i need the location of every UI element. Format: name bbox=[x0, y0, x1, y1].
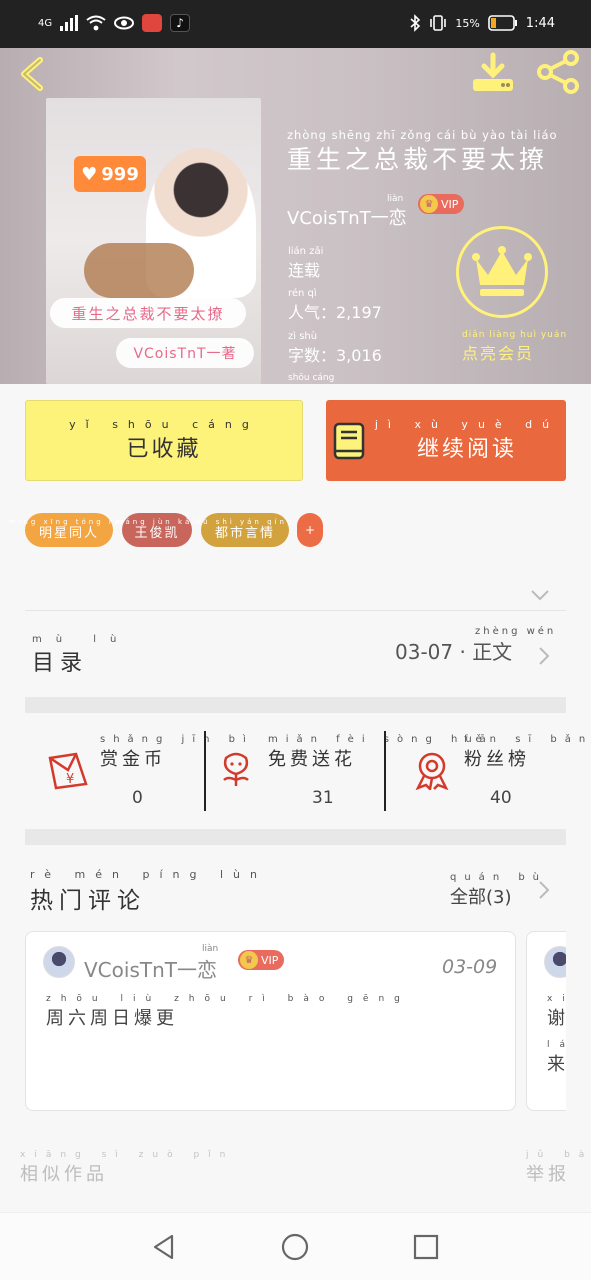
cover-author: VCoisTnT一著 bbox=[116, 338, 254, 368]
tiktok-icon: ♪ bbox=[170, 14, 191, 32]
hot-comments-title: rè mén píng lùn 热门评论 bbox=[30, 868, 267, 914]
chevron-down-icon[interactable] bbox=[530, 588, 550, 602]
similar-works-link[interactable]: xiāng sì zuò pǐn 相似作品 bbox=[20, 1150, 234, 1186]
vip-badge: ♛ VIP bbox=[418, 194, 465, 214]
medal-icon bbox=[415, 752, 449, 790]
chevron-right-icon[interactable] bbox=[538, 880, 550, 900]
crown-icon: ♛ bbox=[420, 195, 438, 213]
vip-badge: ♛ VIP bbox=[238, 950, 285, 970]
toc-latest-chapter[interactable]: zhèng wén 03-07 · 正文 bbox=[395, 626, 553, 665]
avatar[interactable] bbox=[43, 946, 75, 978]
divider bbox=[25, 610, 566, 611]
author-pinyin: liàn bbox=[387, 194, 404, 204]
nav-back-icon[interactable] bbox=[150, 1233, 178, 1261]
app-notification-icon bbox=[142, 14, 163, 32]
tag-item[interactable]: míng xīng tóng rén 明星同人 bbox=[9, 513, 126, 547]
wifi-icon bbox=[86, 15, 106, 31]
tag-item[interactable]: wáng jùn kǎi 王俊凯 bbox=[117, 513, 194, 547]
svg-text:¥: ¥ bbox=[66, 772, 74, 787]
continue-reading-button[interactable]: jì xù yuè dú 继续阅读 bbox=[326, 400, 566, 481]
status-bar: 4G ♪ 15% 1:44 bbox=[0, 0, 591, 48]
comment-author[interactable]: liàn VCoisTnT一恋 bbox=[84, 944, 218, 983]
member-crown-button[interactable] bbox=[456, 226, 548, 318]
crown-icon: ♛ bbox=[240, 951, 258, 969]
comment-text: zhōu liù zhōu rì bào gēng 周六周日爆更 bbox=[46, 994, 410, 1029]
network-indicator: 4G bbox=[38, 17, 53, 29]
comment-card[interactable]: liàn VCoisTnT一恋 ♛ VIP 03-09 zhōu liù zhō… bbox=[25, 931, 516, 1111]
stat-fan-ranking[interactable]: fěn sī bǎng 粉丝榜 40 bbox=[412, 734, 591, 814]
cover-title: 重生之总裁不要太撩 bbox=[50, 298, 246, 328]
share-icon[interactable] bbox=[535, 50, 581, 94]
red-envelope-icon: ¥ bbox=[48, 752, 88, 790]
book-title: 重生之总裁不要太撩 bbox=[287, 145, 549, 174]
heart-icon: ♥ bbox=[81, 163, 98, 185]
favorited-button[interactable]: yǐ shōu cáng 已收藏 bbox=[25, 400, 303, 481]
back-arrow-icon[interactable] bbox=[14, 56, 50, 92]
extra-pinyin: shōu cáng bbox=[288, 373, 335, 383]
serial-status: lián zǎi 连载 bbox=[288, 246, 324, 280]
vibrate-icon bbox=[430, 15, 447, 31]
crown-icon bbox=[472, 246, 532, 296]
cover-heart-badge: ♥ 999 bbox=[74, 156, 146, 192]
toc-title[interactable]: mù lù 目录 bbox=[32, 634, 130, 677]
all-comments-link[interactable]: quán bù 全部(3) bbox=[450, 872, 547, 909]
bluetooth-icon bbox=[410, 14, 421, 32]
chevron-right-icon[interactable] bbox=[538, 646, 550, 666]
add-tag-button[interactable]: + bbox=[297, 513, 323, 547]
nav-recents-icon[interactable] bbox=[413, 1234, 439, 1260]
member-label[interactable]: diǎn liàng huì yuán 点亮会员 bbox=[462, 330, 567, 364]
battery-percent: 15% bbox=[455, 16, 480, 30]
book-cover[interactable]: ♥ 999 重生之总裁不要太撩 VCoisTnT一著 bbox=[46, 98, 261, 384]
stat-reward-coins[interactable]: ¥ shǎng jīn bì 赏金币 0 bbox=[46, 734, 246, 814]
flower-icon bbox=[223, 752, 249, 786]
popularity: rén qì 人气：2,197 bbox=[288, 288, 382, 322]
system-navigation-bar bbox=[0, 1212, 591, 1280]
comment-date: 03-09 bbox=[442, 956, 498, 978]
author-name[interactable]: VCoisTnT一恋 bbox=[287, 208, 407, 229]
separator bbox=[204, 731, 206, 811]
book-icon bbox=[333, 422, 365, 459]
page-edge bbox=[566, 920, 591, 1120]
download-icon[interactable] bbox=[470, 52, 516, 94]
battery-icon bbox=[487, 15, 517, 31]
section-band bbox=[25, 697, 566, 713]
cover-guitar bbox=[84, 243, 194, 298]
eye-icon bbox=[114, 16, 135, 30]
tag-item[interactable]: dū shì yán qíng 都市言情 bbox=[196, 513, 291, 547]
nav-home-icon[interactable] bbox=[281, 1233, 309, 1261]
signal-icon bbox=[60, 15, 79, 31]
section-band bbox=[25, 829, 566, 845]
clock: 1:44 bbox=[525, 15, 555, 31]
word-count: zì shù 字数：3,016 bbox=[288, 331, 382, 365]
report-link[interactable]: jǔ bào 举报 bbox=[526, 1150, 591, 1186]
separator bbox=[384, 731, 386, 811]
stat-free-flowers[interactable]: miǎn fèi sòng huā 免费送花 31 bbox=[218, 734, 486, 814]
author-row[interactable]: liàn VCoisTnT一恋 bbox=[287, 194, 407, 230]
